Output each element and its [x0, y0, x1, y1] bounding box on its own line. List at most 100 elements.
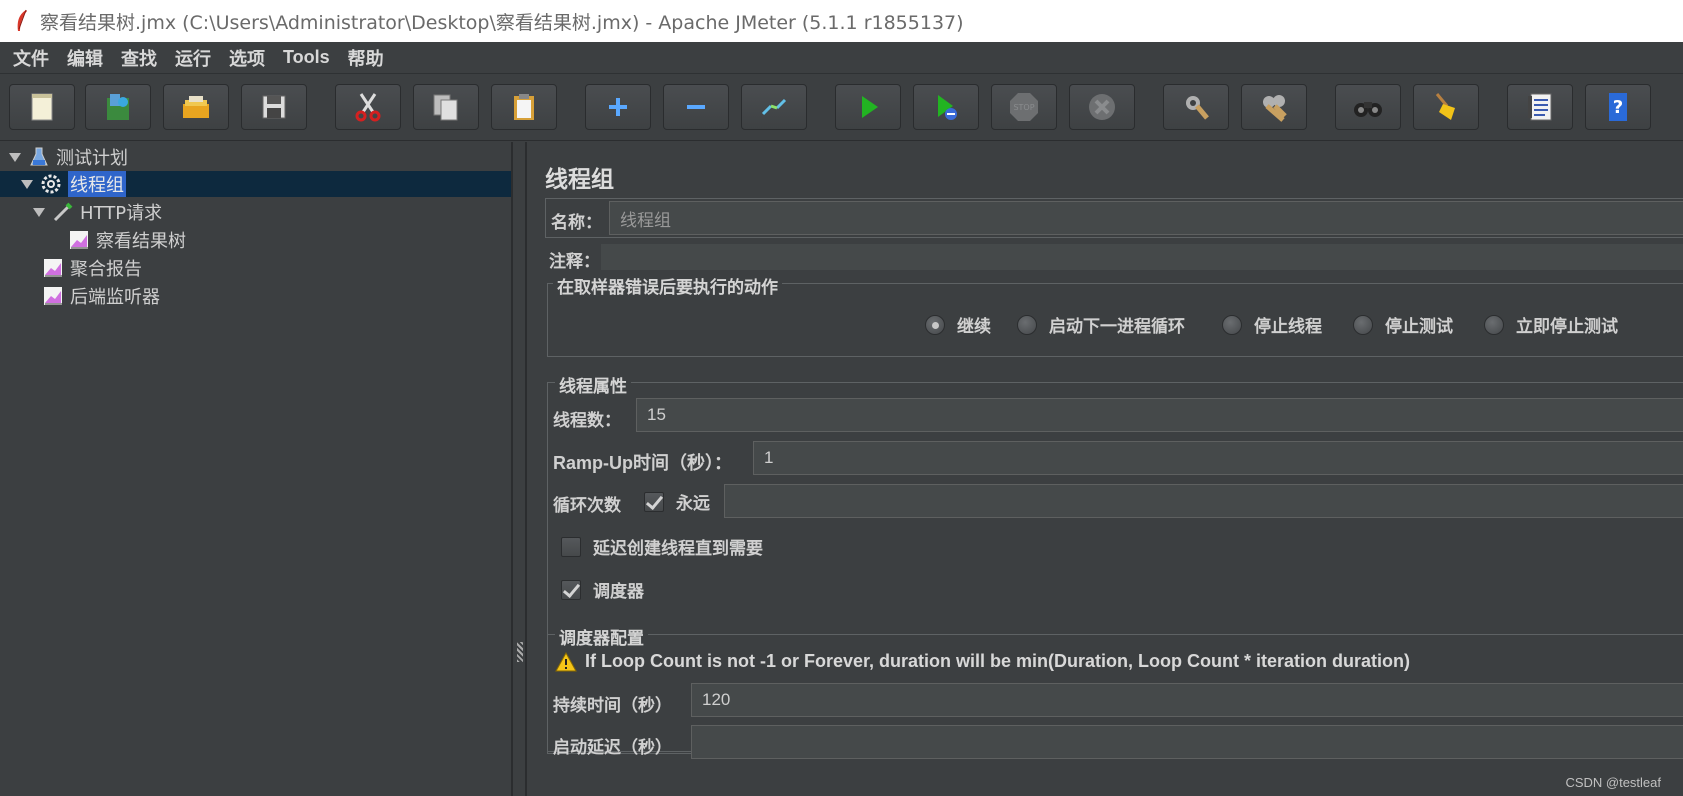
start-button[interactable]: [835, 84, 901, 130]
svg-text:?: ?: [1613, 97, 1623, 118]
warning-icon: [555, 651, 577, 671]
toggle-icon: [761, 98, 787, 116]
startup-delay-input[interactable]: [691, 725, 1683, 759]
tree-item-test-plan[interactable]: 测试计划: [8, 144, 128, 170]
splitter-grip-icon[interactable]: [517, 642, 523, 662]
open-button[interactable]: [163, 84, 229, 130]
rampup-input[interactable]: 1: [753, 441, 1683, 475]
tree-item-backend-listener[interactable]: 后端监听器: [42, 283, 160, 309]
menu-help[interactable]: 帮助: [339, 45, 393, 71]
test-plan-flask-icon: [30, 147, 48, 166]
open-folder-icon: [183, 96, 209, 118]
thread-properties-title: 线程属性: [555, 372, 631, 397]
delay-thread-creation-checkbox[interactable]: 延迟创建线程直到需要: [561, 534, 763, 559]
clear-all-button[interactable]: [1241, 84, 1307, 130]
radio-stop-test-now[interactable]: 立即停止测试: [1484, 312, 1618, 337]
loop-count-warning: If Loop Count is not -1 or Forever, dura…: [555, 651, 1410, 672]
tree-item-view-results-tree[interactable]: 察看结果树: [68, 227, 186, 253]
scheduler-checkbox[interactable]: 调度器: [561, 577, 644, 602]
name-input[interactable]: 线程组: [609, 201, 1683, 235]
radio-start-next-loop[interactable]: 启动下一进程循环: [1017, 312, 1185, 337]
listener-chart-icon: [70, 231, 88, 249]
function-helper-icon: [1528, 93, 1552, 121]
start-no-pause-button[interactable]: [913, 84, 979, 130]
start-no-pause-icon: [938, 95, 957, 120]
cut-button[interactable]: [335, 84, 401, 130]
comment-label: 注释：: [549, 252, 600, 272]
expand-all-button[interactable]: [585, 84, 651, 130]
rampup-label: Ramp-Up时间（秒）：: [553, 453, 732, 473]
expand-arrow-icon[interactable]: [20, 177, 34, 191]
tree-item-thread-group[interactable]: 线程组: [0, 171, 511, 197]
reset-search-button[interactable]: [1413, 84, 1479, 130]
menu-tools[interactable]: Tools: [274, 47, 339, 68]
svg-text:STOP: STOP: [1013, 103, 1034, 112]
tree-item-http-request[interactable]: HTTP请求: [32, 199, 162, 225]
search-button[interactable]: [1335, 84, 1401, 130]
search-binoculars-icon: [1354, 102, 1382, 117]
tree-item-aggregate-report[interactable]: 聚合报告: [42, 255, 142, 281]
menu-search[interactable]: 查找: [112, 45, 166, 71]
duration-input[interactable]: 120: [691, 683, 1683, 717]
start-icon: [862, 96, 878, 118]
startup-delay-label: 启动延迟（秒）: [553, 738, 672, 758]
clear-button[interactable]: [1163, 84, 1229, 130]
templates-button[interactable]: [85, 84, 151, 130]
radio-indicator[interactable]: [1484, 314, 1504, 335]
stop-icon: STOP: [1010, 93, 1038, 121]
paste-button[interactable]: [491, 84, 557, 130]
duration-label: 持续时间（秒）: [553, 696, 672, 716]
copy-icon: [433, 94, 458, 121]
expand-arrow-icon[interactable]: [8, 150, 22, 164]
checkbox-indicator[interactable]: [561, 579, 581, 600]
radio-stop-thread[interactable]: 停止线程: [1222, 312, 1322, 337]
loop-count-label: 循环次数: [553, 496, 621, 516]
expand-arrow-icon[interactable]: [32, 205, 46, 219]
function-helper-button[interactable]: [1507, 84, 1573, 130]
help-button[interactable]: ?: [1585, 84, 1651, 130]
save-icon: [262, 95, 286, 119]
comment-input[interactable]: [601, 244, 1683, 270]
stop-button[interactable]: STOP: [991, 84, 1057, 130]
expand-plus-icon: [609, 98, 627, 116]
collapse-minus-icon: [687, 105, 705, 109]
checkbox-indicator[interactable]: [561, 536, 581, 557]
reset-search-broom-icon: [1435, 93, 1455, 120]
scheduler-config-title: 调度器配置: [555, 624, 648, 649]
loop-count-input[interactable]: [724, 484, 1683, 518]
threads-label: 线程数：: [553, 411, 621, 431]
watermark: CSDN @testleaf: [1565, 775, 1661, 790]
clear-all-icon: [1263, 95, 1287, 122]
help-icon: ?: [1609, 93, 1627, 121]
window-title: 察看结果树.jmx (C:\Users\Administrator\Deskto…: [40, 11, 964, 34]
toggle-button[interactable]: [741, 84, 807, 130]
collapse-all-button[interactable]: [663, 84, 729, 130]
radio-indicator[interactable]: [925, 314, 945, 335]
checkbox-indicator[interactable]: [644, 491, 664, 512]
thread-group-panel: 线程组 名称： 线程组 注释： 在取样器错误后要执行的动作 继续 启动下一进程循…: [527, 142, 1683, 796]
listener-chart-icon: [44, 259, 62, 277]
cut-icon: [355, 93, 381, 122]
radio-continue[interactable]: 继续: [925, 312, 991, 337]
menu-options[interactable]: 选项: [220, 45, 274, 71]
save-button[interactable]: [241, 84, 307, 130]
forever-checkbox[interactable]: 永远: [644, 489, 710, 514]
clear-icon: [1186, 96, 1209, 120]
http-sampler-pipette-icon: [53, 202, 73, 222]
split-pane-divider[interactable]: [511, 142, 527, 796]
new-button[interactable]: [9, 84, 75, 130]
radio-indicator[interactable]: [1353, 314, 1373, 335]
menu-edit[interactable]: 编辑: [58, 45, 112, 71]
threads-input[interactable]: 15: [636, 398, 1683, 432]
menu-run[interactable]: 运行: [166, 45, 220, 71]
tree-item-label: 聚合报告: [70, 259, 142, 280]
shutdown-button[interactable]: [1069, 84, 1135, 130]
radio-indicator[interactable]: [1017, 314, 1037, 335]
copy-button[interactable]: [413, 84, 479, 130]
window-title-bar: 察看结果树.jmx (C:\Users\Administrator\Deskto…: [0, 0, 1683, 42]
listener-chart-icon: [44, 287, 62, 305]
menu-file[interactable]: 文件: [4, 45, 58, 71]
radio-stop-test[interactable]: 停止测试: [1353, 312, 1453, 337]
menu-bar: 文件 编辑 查找 运行 选项 Tools 帮助: [0, 42, 1683, 74]
radio-indicator[interactable]: [1222, 314, 1242, 335]
